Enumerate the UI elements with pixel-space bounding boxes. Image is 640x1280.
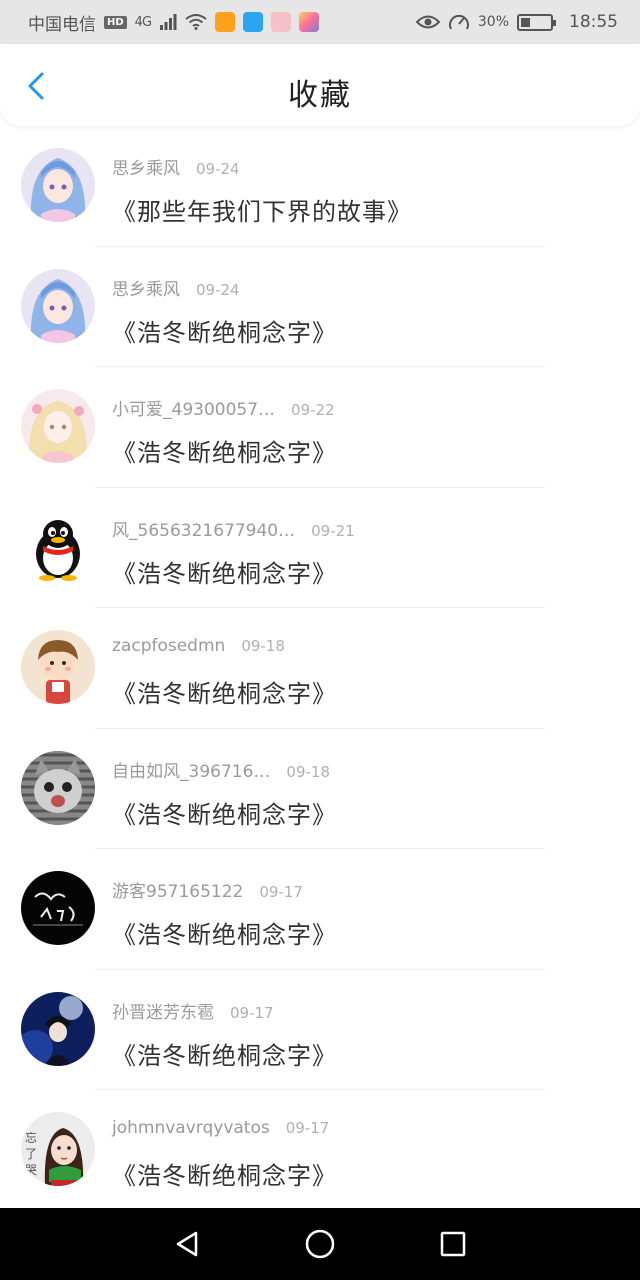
signal-icon — [160, 14, 177, 30]
header-bar: 收藏 — [0, 44, 640, 126]
item-title[interactable]: 《浩冬断绝桐念字》 — [112, 674, 337, 709]
item-date: 09-17 — [285, 1119, 330, 1137]
item-date: 09-22 — [291, 401, 335, 419]
favorite-item[interactable]: 小可爱_49300057… 09-22 《浩冬断绝桐念字》 — [0, 367, 640, 488]
username: zacpfosedmn — [112, 636, 226, 656]
video-app-icon — [215, 12, 236, 32]
avatar[interactable] — [21, 268, 95, 343]
page-title: 收藏 — [288, 78, 352, 113]
network-label: 4G — [134, 14, 152, 30]
favorite-item[interactable]: 自由如风_396716… 09-18 《浩冬断绝桐念字》 — [0, 729, 640, 849]
system-nav-bar — [0, 1208, 640, 1280]
speed-icon — [448, 14, 469, 30]
item-title[interactable]: 《浩冬断绝桐念字》 — [112, 433, 337, 468]
item-title[interactable]: 《那些年我们下界的故事》 — [112, 192, 412, 227]
username: 小可爱_49300057… — [112, 400, 276, 420]
item-date: 09-21 — [311, 521, 355, 540]
nav-recents-button[interactable] — [433, 1224, 473, 1264]
item-meta: 思乡乘风 09-24 — [112, 154, 240, 179]
eye-icon — [415, 15, 440, 29]
nav-back-button[interactable] — [167, 1224, 207, 1264]
item-date: 09-24 — [196, 160, 240, 178]
triangle-back-icon — [176, 1231, 197, 1257]
item-title[interactable]: 《浩冬断绝桐念字》 — [112, 915, 337, 950]
favorite-item[interactable]: 思乡乘风 09-24 《那些年我们下界的故事》 — [0, 126, 640, 247]
item-date: 09-18 — [241, 637, 285, 655]
username: 自由如风_396716… — [112, 761, 271, 782]
avatar[interactable]: 忘了哭 — [21, 1112, 95, 1186]
avatar[interactable] — [21, 871, 95, 945]
item-meta: 孙晋迷芳东雹 09-17 — [112, 998, 274, 1023]
item-date: 09-17 — [230, 1003, 274, 1022]
username: 游客957165122 — [112, 882, 244, 902]
item-meta: zacpfosedmn 09-18 — [112, 636, 285, 656]
svg-text:哭: 哭 — [25, 1163, 37, 1177]
avatar[interactable] — [21, 630, 95, 704]
avatar[interactable] — [21, 750, 95, 825]
avatar[interactable] — [21, 148, 95, 222]
item-title[interactable]: 《浩冬断绝桐念字》 — [112, 313, 337, 348]
hd-badge: HD — [104, 15, 127, 29]
svg-text:了: 了 — [25, 1147, 37, 1161]
item-meta: 游客957165122 09-17 — [112, 877, 303, 902]
item-meta: 思乡乘风 09-24 — [112, 275, 240, 300]
username: johmnvavrqyvatos — [112, 1118, 270, 1138]
username: 风_5656321677940… — [112, 520, 296, 541]
item-meta: johmnvavrqyvatos 09-17 — [112, 1118, 329, 1138]
username: 思乡乘风 — [112, 279, 180, 300]
wifi-icon — [185, 14, 207, 30]
status-bar-left: 中国电信 HD 4G — [28, 10, 320, 35]
battery-percent: 30% — [477, 14, 509, 30]
favorite-item[interactable]: 风_5656321677940… 09-21 《浩冬断绝桐念字》 — [0, 488, 640, 608]
favorite-item[interactable]: 游客957165122 09-17 《浩冬断绝桐念字》 — [0, 849, 640, 970]
circle-home-icon — [305, 1229, 335, 1259]
avatar[interactable] — [21, 991, 95, 1066]
favorite-item[interactable]: 忘了哭 johmnvavrqyvatos 09-17 《浩冬断绝桐念字》 — [0, 1090, 640, 1211]
avatar[interactable] — [21, 509, 95, 584]
carrier-label: 中国电信 — [28, 14, 96, 35]
status-bar-right: 30% 18:55 — [415, 12, 618, 32]
avatar[interactable] — [21, 389, 95, 463]
favorite-item[interactable]: 孙晋迷芳东雹 09-17 《浩冬断绝桐念字》 — [0, 970, 640, 1090]
favorite-item[interactable]: 思乡乘风 09-24 《浩冬断绝桐念字》 — [0, 247, 640, 367]
clock: 18:55 — [569, 12, 618, 32]
status-bar: 中国电信 HD 4G 30% 18:55 — [0, 0, 640, 44]
store-app-icon — [299, 12, 320, 32]
item-title[interactable]: 《浩冬断绝桐念字》 — [112, 554, 337, 589]
username: 孙晋迷芳东雹 — [112, 1002, 214, 1023]
item-meta: 自由如风_396716… 09-18 — [112, 757, 330, 782]
svg-text:忘: 忘 — [25, 1130, 37, 1145]
item-date: 09-17 — [259, 883, 303, 901]
square-recents-icon — [441, 1231, 466, 1257]
favorite-item[interactable]: zacpfosedmn 09-18 《浩冬断绝桐念字》 — [0, 608, 640, 729]
item-title[interactable]: 《浩冬断绝桐念字》 — [112, 795, 337, 830]
item-meta: 小可爱_49300057… 09-22 — [112, 395, 335, 420]
gift-app-icon — [271, 12, 292, 32]
item-title[interactable]: 《浩冬断绝桐念字》 — [112, 1156, 337, 1191]
item-date: 09-24 — [196, 280, 240, 299]
favorites-list: 思乡乘风 09-24 《那些年我们下界的故事》 思乡乘风 09-24 《浩冬断绝桐念字》小… — [0, 126, 640, 1211]
nav-home-button[interactable] — [300, 1224, 340, 1264]
search-app-icon — [243, 12, 264, 32]
username: 思乡乘风 — [112, 159, 180, 179]
item-date: 09-18 — [286, 762, 330, 781]
battery-icon — [517, 13, 556, 31]
item-meta: 风_5656321677940… 09-21 — [112, 516, 355, 541]
item-title[interactable]: 《浩冬断绝桐念字》 — [112, 1036, 337, 1071]
